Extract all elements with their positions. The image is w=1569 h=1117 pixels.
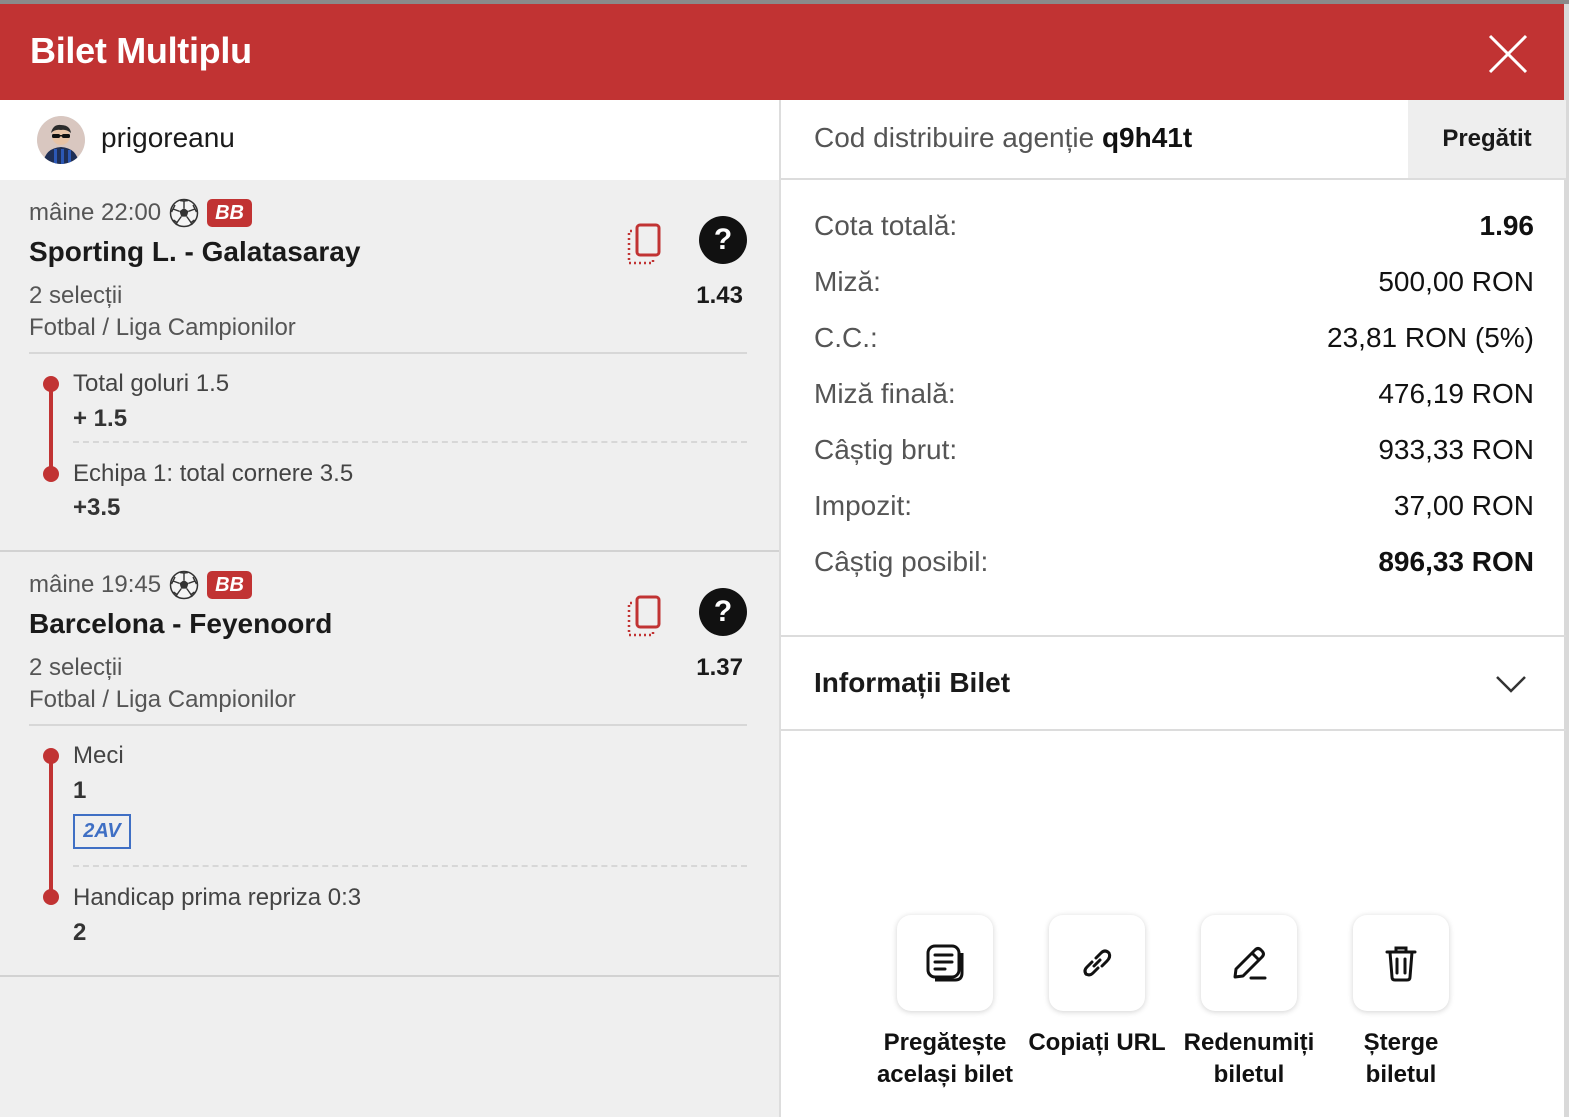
events-panel: prigoreanu mâine 22:00 BB Sporting L. - … (0, 100, 779, 1117)
summary-label: Miză finală: (814, 378, 956, 409)
modal-title: Bilet Multiplu (30, 30, 252, 71)
code-label: Cod distribuire agenție (814, 122, 1095, 153)
pencil-icon (1233, 947, 1267, 980)
summary-value: 476,19 RON (1378, 378, 1534, 409)
copy-url-action: Copiați URL (1021, 915, 1173, 1059)
soccer-ball-icon (169, 570, 199, 600)
distribution-code-bar: Cod distribuire agenție q9h41t Pregătit (781, 100, 1566, 180)
summary-label: Impozit: (814, 490, 913, 521)
code-value: q9h41t (1101, 122, 1193, 153)
market-name: Echipa 1: total cornere 3.5 (73, 460, 354, 487)
event-name: Barcelona - Feyenoord (29, 608, 333, 639)
username: prigoreanu (101, 122, 235, 153)
divider (73, 865, 747, 867)
summary-label: Miză: (814, 266, 881, 297)
summary-value: 23,81 RON (5%) (1327, 322, 1534, 353)
trash-icon (1385, 946, 1417, 982)
timeline-dot (43, 889, 59, 905)
timeline-dot (43, 748, 59, 764)
delete-ticket-button[interactable] (1353, 915, 1449, 1011)
copy-bet-icon[interactable] (624, 222, 664, 266)
ticket-info-label: Informații Bilet (814, 667, 1011, 698)
market-name: Meci (73, 742, 124, 769)
summary-value: 37,00 RON (1393, 490, 1534, 521)
market-name: Total goluri 1.5 (73, 370, 230, 397)
summary-value: 933,33 RON (1378, 434, 1534, 465)
rename-ticket-action: Redenumiți biletul (1173, 915, 1325, 1091)
distribution-code: Cod distribuire agenție q9h41t (814, 122, 1192, 154)
summary-value: 500,00 RON (1378, 266, 1534, 297)
action-label: Șterge biletul (1363, 1029, 1439, 1088)
market-value: + 1.5 (73, 405, 128, 432)
event-name: Sporting L. - Galatasaray (29, 236, 361, 267)
copy-bet-icon[interactable] (624, 594, 664, 638)
rename-ticket-button[interactable] (1201, 915, 1297, 1011)
summary-row: Miză finală: 476,19 RON (814, 378, 1534, 418)
summary-row: Miză: 500,00 RON (814, 266, 1534, 306)
action-label: Pregătește același bilet (876, 1029, 1014, 1088)
soccer-ball-icon (169, 198, 199, 228)
event-time-row: mâine 19:45 BB (29, 570, 252, 600)
event-card: mâine 22:00 BB Sporting L. - Galatasaray… (0, 180, 779, 552)
event-odd: 1.37 (696, 654, 743, 681)
divider (73, 441, 747, 443)
divider (29, 352, 747, 354)
bb-badge: BB (207, 571, 252, 599)
help-icon[interactable]: ? (699, 588, 747, 636)
market-value: 1 (73, 777, 87, 804)
modal-header: Bilet Multiplu (0, 4, 1564, 100)
summary-value: 1.96 (1479, 210, 1535, 241)
summary-value: 896,33 RON (1378, 546, 1534, 577)
event-league: Fotbal / Liga Campionilor (29, 686, 296, 713)
timeline-dot (43, 466, 59, 482)
selections-count: 2 selecții (29, 282, 123, 309)
divider (29, 724, 747, 726)
selection-timeline (49, 384, 53, 474)
prepare-same-ticket-action: Pregătește același bilet (869, 915, 1021, 1091)
selections-count: 2 selecții (29, 654, 123, 681)
event-time-row: mâine 22:00 BB (29, 198, 252, 228)
event-time: mâine 19:45 (29, 571, 162, 598)
summary-label: Câștig posibil: (814, 546, 989, 577)
summary-label: Câștig brut: (814, 434, 958, 465)
ticket-info-accordion[interactable]: Informații Bilet (781, 635, 1566, 731)
ticket-summary-panel: Cod distribuire agenție q9h41t Pregătit … (779, 100, 1566, 1117)
summary-row: Impozit: 37,00 RON (814, 490, 1534, 530)
selection-timeline (49, 756, 53, 898)
delete-ticket-action: Șterge biletul (1325, 915, 1477, 1091)
link-icon (1083, 949, 1112, 977)
help-icon[interactable]: ? (699, 216, 747, 264)
market-value: 2 (73, 919, 87, 946)
close-icon[interactable] (1486, 32, 1530, 76)
2av-tag: 2AV (73, 814, 131, 849)
timeline-dot (43, 376, 59, 392)
prepare-same-ticket-button[interactable] (897, 915, 993, 1011)
event-odd: 1.43 (696, 282, 743, 309)
summary-row: Câștig brut: 933,33 RON (814, 434, 1534, 474)
summary-row: Cota totală: 1.96 (814, 210, 1534, 250)
action-label: Redenumiți biletul (1183, 1029, 1315, 1088)
event-time: mâine 22:00 (29, 199, 162, 226)
summary-row: Câștig posibil: 896,33 RON (814, 546, 1534, 586)
summary-label: C.C.: (814, 322, 878, 353)
market-value: +3.5 (73, 494, 121, 521)
chevron-down-icon (1496, 676, 1526, 693)
prepared-button[interactable]: Pregătit (1408, 100, 1566, 178)
avatar (37, 116, 85, 164)
action-label: Copiați URL (1028, 1029, 1166, 1056)
market-name: Handicap prima repriza 0:3 (73, 884, 362, 911)
summary-row: C.C.: 23,81 RON (5%) (814, 322, 1534, 362)
copy-url-button[interactable] (1049, 915, 1145, 1011)
event-card: mâine 19:45 BB Barcelona - Feyenoord ? 2… (0, 552, 779, 977)
event-league: Fotbal / Liga Campionilor (29, 314, 296, 341)
bb-badge: BB (207, 199, 252, 227)
summary-label: Cota totală: (814, 210, 958, 241)
user-bar: prigoreanu (0, 100, 779, 180)
ticket-list-icon (926, 944, 964, 982)
